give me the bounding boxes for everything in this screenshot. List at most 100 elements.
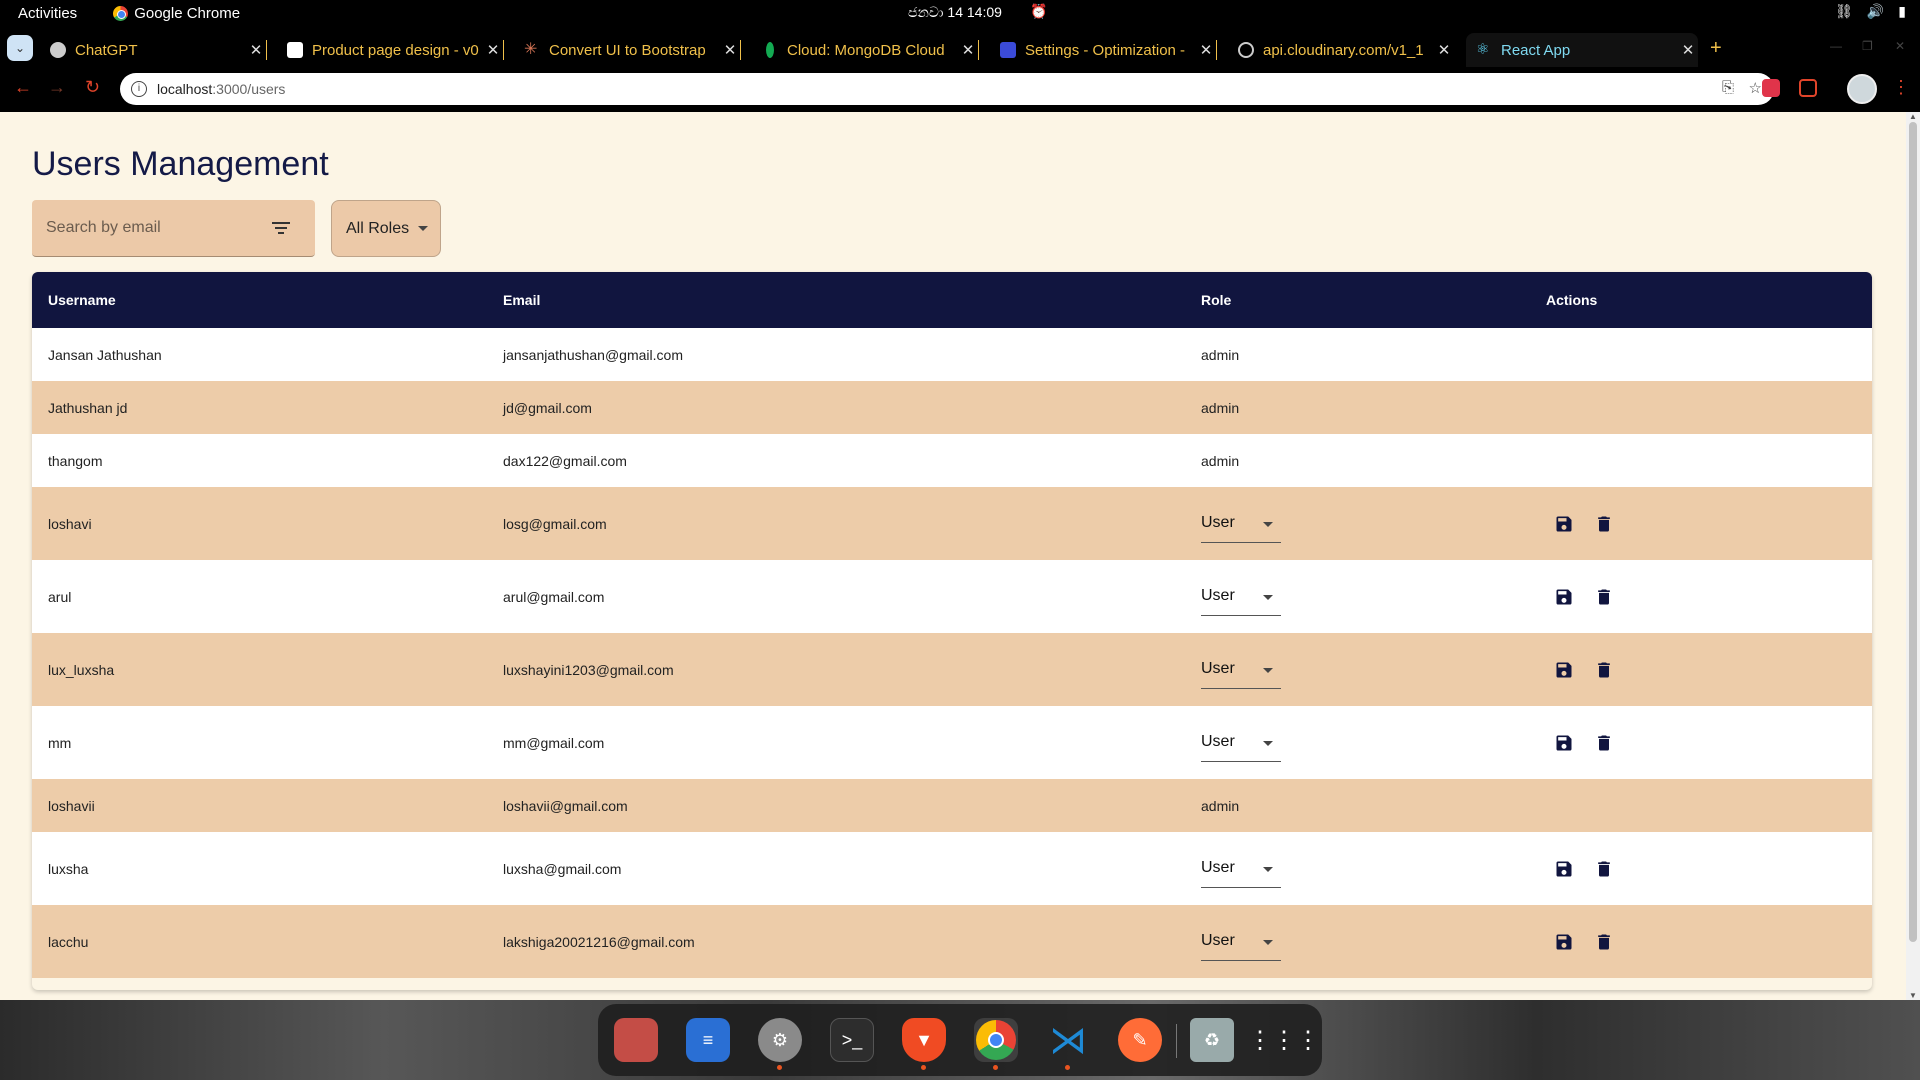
row-actions — [1546, 932, 1872, 952]
delete-icon[interactable] — [1594, 660, 1614, 680]
save-icon[interactable] — [1554, 733, 1574, 753]
postman-icon[interactable]: ✎ — [1118, 1018, 1162, 1062]
system-tray[interactable]: ⛓ 🔊 ▮ — [1835, 3, 1906, 20]
tab-chatgpt[interactable]: ChatGPT ✕ — [40, 33, 267, 67]
filter-icon[interactable] — [271, 220, 291, 236]
tab-v0[interactable]: Product page design - v0 ✕ — [277, 33, 504, 67]
back-icon[interactable]: ← — [14, 77, 32, 98]
role-select[interactable]: User — [1201, 850, 1281, 888]
v0-icon — [287, 42, 303, 58]
volume-icon[interactable]: 🔊 — [1867, 3, 1884, 20]
save-icon[interactable] — [1554, 514, 1574, 534]
column-header-role[interactable]: Role — [1185, 272, 1530, 328]
role-select-value: User — [1201, 660, 1235, 677]
role-select[interactable]: User — [1201, 505, 1281, 543]
delete-icon[interactable] — [1594, 733, 1614, 753]
dock: ≡ ⚙ >_ ▼ ⋊ ✎ ♻ ⋮⋮⋮ — [598, 1004, 1322, 1076]
new-tab-button[interactable]: + — [1710, 37, 1722, 60]
chrome-menu-icon[interactable]: ⋮ — [1892, 77, 1910, 98]
delete-icon[interactable] — [1594, 587, 1614, 607]
extensions-puzzle-icon[interactable] — [1799, 79, 1817, 97]
network-icon[interactable]: ⛓ — [1835, 3, 1853, 20]
cell-role: admin — [1185, 434, 1530, 487]
role-select[interactable]: User — [1201, 651, 1281, 689]
maximize-icon[interactable]: ❐ — [1862, 39, 1873, 53]
close-window-icon[interactable]: ✕ — [1895, 39, 1905, 53]
close-tab-icon[interactable]: ✕ — [958, 41, 978, 59]
reload-icon[interactable]: ↻ — [85, 77, 100, 98]
tab-separator — [1216, 40, 1217, 60]
brave-icon[interactable]: ▼ — [902, 1018, 946, 1070]
search-field[interactable] — [32, 200, 315, 257]
row-actions — [1546, 859, 1872, 879]
running-indicator — [1065, 1065, 1070, 1070]
chevron-down-icon — [1263, 521, 1273, 527]
role-filter-select[interactable]: All Roles — [331, 200, 441, 257]
install-app-icon[interactable]: ⎘ — [1722, 79, 1734, 96]
close-tab-icon[interactable]: ✕ — [246, 41, 266, 59]
column-header-username[interactable]: Username — [32, 272, 487, 328]
tab-cloudinary[interactable]: api.cloudinary.com/v1_1 ✕ — [1228, 33, 1454, 67]
delete-icon[interactable] — [1594, 514, 1614, 534]
cell-actions — [1530, 328, 1872, 381]
save-icon[interactable] — [1554, 587, 1574, 607]
files-icon[interactable] — [614, 1018, 658, 1062]
app-grid-icon[interactable]: ⋮⋮⋮ — [1248, 1018, 1320, 1062]
role-text: admin — [1201, 452, 1240, 469]
text-editor-icon[interactable]: ≡ — [686, 1018, 730, 1062]
address-bar[interactable]: i localhost:3000/users ⎘ ☆ — [120, 73, 1774, 105]
cell-actions — [1530, 905, 1872, 978]
bookmark-star-icon[interactable]: ☆ — [1749, 79, 1762, 97]
close-tab-icon[interactable]: ✕ — [483, 41, 503, 59]
tab-claude[interactable]: ✳ Convert UI to Bootstrap ✕ — [514, 33, 741, 67]
cell-username: Jansan Jathushan — [48, 346, 162, 363]
terminal-icon[interactable]: >_ — [830, 1018, 874, 1062]
trash-icon[interactable]: ♻ — [1190, 1018, 1234, 1062]
tab-mongodb[interactable]: Cloud: MongoDB Cloud ✕ — [752, 33, 979, 67]
search-input[interactable] — [46, 219, 246, 237]
role-text: admin — [1201, 399, 1240, 416]
vscode-icon[interactable]: ⋊ — [1046, 1018, 1090, 1070]
role-select[interactable]: User — [1201, 724, 1281, 762]
role-select[interactable]: User — [1201, 578, 1281, 616]
clock[interactable]: ජනවා 14 14:09 — [908, 4, 1002, 21]
app-menu[interactable]: Google Chrome — [113, 5, 240, 22]
tab-title: Settings - Optimization - — [1025, 41, 1186, 59]
chrome-icon[interactable] — [974, 1018, 1018, 1070]
column-header-email[interactable]: Email — [487, 272, 1185, 328]
close-tab-icon[interactable]: ✕ — [1678, 41, 1698, 59]
running-indicator — [921, 1065, 926, 1070]
profile-avatar[interactable] — [1847, 74, 1877, 104]
row-actions — [1546, 587, 1872, 607]
extension-icon[interactable] — [1762, 79, 1780, 97]
forward-icon[interactable]: → — [48, 77, 66, 98]
page-scrollbar[interactable]: ▲ ▼ — [1906, 112, 1920, 1000]
minimize-icon[interactable]: — — [1830, 39, 1842, 53]
cell-email: lakshiga20021216@gmail.com — [503, 933, 695, 950]
role-select[interactable]: User — [1201, 923, 1281, 961]
battery-icon[interactable]: ▮ — [1898, 3, 1906, 20]
tab-settings[interactable]: Settings - Optimization - ✕ — [990, 33, 1217, 67]
tab-title: Product page design - v0 — [312, 41, 479, 59]
scrollbar-thumb[interactable] — [1909, 122, 1917, 942]
close-tab-icon[interactable]: ✕ — [1196, 41, 1216, 59]
close-tab-icon[interactable]: ✕ — [720, 41, 740, 59]
save-icon[interactable] — [1554, 932, 1574, 952]
tab-search-button[interactable]: ⌄ — [7, 35, 33, 61]
cell-username: arul — [48, 588, 72, 605]
tab-react-app[interactable]: ⚛ React App ✕ — [1466, 33, 1698, 67]
scroll-up-icon[interactable]: ▲ — [1909, 112, 1917, 121]
close-tab-icon[interactable]: ✕ — [1434, 41, 1454, 59]
url-text[interactable]: localhost:3000/users — [157, 81, 285, 97]
site-info-icon[interactable]: i — [131, 81, 147, 97]
cell-email: mm@gmail.com — [503, 734, 605, 751]
activities-button[interactable]: Activities — [18, 5, 77, 22]
cell-username: lacchu — [48, 933, 89, 950]
delete-icon[interactable] — [1594, 932, 1614, 952]
save-icon[interactable] — [1554, 660, 1574, 680]
role-select-value: User — [1201, 932, 1235, 949]
delete-icon[interactable] — [1594, 859, 1614, 879]
scroll-down-icon[interactable]: ▼ — [1909, 991, 1917, 1000]
save-icon[interactable] — [1554, 859, 1574, 879]
settings-icon[interactable]: ⚙ — [758, 1018, 802, 1070]
